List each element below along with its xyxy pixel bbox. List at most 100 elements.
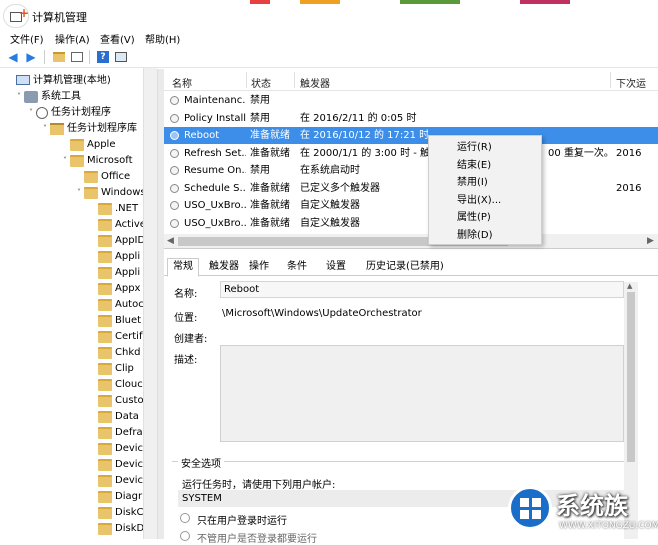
task-row[interactable]: Policy Install 禁用 在 2016/2/11 的 0:05 时: [164, 110, 658, 127]
tree-item[interactable]: Certif: [88, 329, 142, 345]
tree-item[interactable]: Data: [88, 409, 139, 425]
tree-item[interactable]: ˅ 系统工具: [14, 89, 81, 105]
decor-strip: [520, 0, 570, 4]
task-icon: [170, 201, 179, 210]
tree-item[interactable]: .NET: [88, 201, 138, 217]
folder-icon: [98, 347, 112, 359]
column-next-run[interactable]: 下次运: [616, 75, 646, 90]
tree-item[interactable]: DiskD: [88, 521, 144, 537]
column-status[interactable]: 状态: [251, 75, 271, 90]
menu-help[interactable]: 帮助(H): [145, 31, 180, 46]
tab-history[interactable]: 历史记录(已禁用): [361, 259, 449, 276]
tree-item[interactable]: ˅ Windows: [74, 185, 146, 201]
tree-item[interactable]: Appli: [88, 249, 140, 265]
tab-conditions[interactable]: 条件: [282, 259, 312, 276]
tree-item[interactable]: 计算机管理(本地): [6, 73, 111, 89]
task-list-hscrollbar[interactable]: ◀ ▶: [164, 234, 658, 248]
folder-icon: [98, 363, 112, 375]
expand-chevron-icon[interactable]: ˅: [60, 153, 70, 169]
tree-item-label: DiskD: [115, 523, 145, 534]
ctx-properties[interactable]: 属性(P): [457, 209, 491, 226]
task-trigger: 在 2000/1/1 的 3:00 时 - 触发: [300, 147, 428, 159]
menu-file[interactable]: 文件(F): [10, 31, 44, 46]
windows-logo-icon: [508, 486, 552, 530]
folder-icon: [84, 171, 98, 183]
ctx-delete[interactable]: 删除(D): [457, 227, 493, 244]
task-row[interactable]: Maintenanc... 禁用: [164, 92, 658, 109]
folder-icon: [98, 443, 112, 455]
tree-item-label: Appx: [115, 283, 141, 294]
tree-item[interactable]: Clip: [88, 361, 134, 377]
ctx-end[interactable]: 结束(E): [457, 157, 491, 174]
tree-item[interactable]: Appx: [88, 281, 140, 297]
column-trigger[interactable]: 触发器: [300, 75, 330, 90]
expand-chevron-icon[interactable]: ˅: [14, 89, 24, 105]
tree-item[interactable]: Devic: [88, 457, 143, 473]
up-folder-icon[interactable]: [52, 50, 66, 64]
tree-item[interactable]: ˅ Microsoft: [60, 153, 133, 169]
ctx-export[interactable]: 导出(X)...: [457, 192, 501, 209]
task-trigger-detail: 00 重复一次。: [548, 147, 614, 159]
toolbar: ◀ ▶ ?: [0, 46, 658, 68]
task-name: Policy Install: [184, 112, 246, 124]
properties-icon[interactable]: [114, 50, 128, 64]
tree-item[interactable]: Clouc: [88, 377, 143, 393]
tree-item[interactable]: Defra: [88, 425, 143, 441]
task-row[interactable]: Refresh Set... 准备就绪在 2000/1/1 的 3:00 时 - …: [164, 145, 658, 162]
folder-icon: [98, 491, 112, 503]
ctx-disable[interactable]: 禁用(I): [457, 174, 488, 191]
tree-item[interactable]: Diagr: [88, 489, 142, 505]
help-icon[interactable]: ?: [96, 50, 110, 64]
expand-chevron-icon[interactable]: ˅: [74, 185, 84, 201]
tree-item[interactable]: AppID: [88, 233, 145, 249]
task-status: 准备就绪: [250, 217, 290, 229]
name-field[interactable]: Reboot: [220, 281, 624, 298]
expand-chevron-icon[interactable]: ˅: [40, 121, 50, 137]
folder-icon: [98, 331, 112, 343]
expand-chevron-icon[interactable]: ˅: [26, 105, 36, 121]
tree-item[interactable]: Bluet: [88, 313, 141, 329]
tab-general[interactable]: 常规: [167, 258, 199, 277]
task-row[interactable]: Reboot 准备就绪在 2016/10/12 的 17:21 时: [164, 127, 658, 144]
radio-run-whether-logged-on[interactable]: [180, 531, 190, 541]
tree-item[interactable]: ˅ 任务计划程序库: [40, 121, 137, 137]
location-value: \Microsoft\Windows\UpdateOrchestrator: [222, 308, 422, 319]
task-row[interactable]: USO_UxBro... 准备就绪 自定义触发器: [164, 215, 658, 232]
tab-actions[interactable]: 操作: [244, 259, 274, 276]
back-arrow-icon[interactable]: ◀: [6, 50, 20, 64]
tree-item[interactable]: Autoc: [88, 297, 144, 313]
tree-item[interactable]: DiskC: [88, 505, 143, 521]
tree-item[interactable]: Appli: [88, 265, 140, 281]
radio-run-logged-on[interactable]: [180, 513, 190, 523]
folder-icon: [98, 235, 112, 247]
task-icon: [170, 218, 179, 228]
tree-scrollbar[interactable]: [143, 68, 157, 539]
tree-item[interactable]: Chkd: [88, 345, 140, 361]
menu-view[interactable]: 查看(V): [100, 31, 135, 46]
tree-item[interactable]: Devic: [88, 473, 143, 489]
tree-item[interactable]: Office: [74, 169, 130, 185]
task-row[interactable]: USO_UxBro... 准备就绪 自定义触发器: [164, 197, 658, 214]
author-label: 创建者:: [174, 334, 208, 345]
tree-item[interactable]: ˅ 任务计划程序: [26, 105, 111, 121]
tree-item[interactable]: Active: [88, 217, 146, 233]
column-name[interactable]: 名称: [172, 75, 192, 90]
decor-strip: [400, 0, 460, 4]
tree-item[interactable]: Custo: [88, 393, 144, 409]
library-icon: [50, 123, 64, 135]
tree-item[interactable]: Devic: [88, 441, 143, 457]
forward-arrow-icon[interactable]: ▶: [24, 50, 38, 64]
menu-action[interactable]: 操作(A): [55, 31, 90, 46]
tab-triggers[interactable]: 触发器: [204, 259, 244, 276]
task-list: 名称 状态 触发器 下次运 Maintenanc... 禁用 Policy Inst…: [164, 69, 658, 249]
task-row[interactable]: Resume On... 禁用 在系统启动时: [164, 162, 658, 179]
task-row[interactable]: Schedule S... 准备就绪 已定义多个触发器 2016: [164, 180, 658, 197]
task-trigger: 自定义触发器: [300, 217, 360, 229]
ctx-run[interactable]: 运行(R): [457, 139, 492, 156]
tab-settings[interactable]: 设置: [321, 259, 351, 276]
task-name: USO_UxBro...: [184, 217, 246, 229]
show-hide-tree-icon[interactable]: [70, 50, 84, 64]
decor-strip: [300, 0, 340, 4]
description-field[interactable]: [220, 345, 624, 442]
tree-item[interactable]: Apple: [60, 137, 115, 153]
